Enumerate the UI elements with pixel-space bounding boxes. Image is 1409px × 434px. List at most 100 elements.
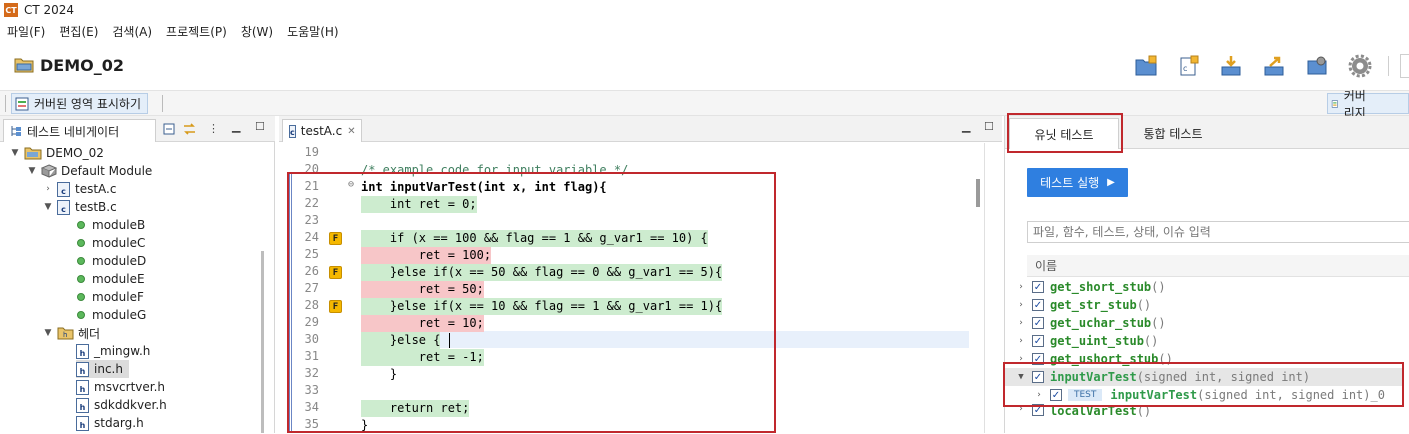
coverage-area-icon (15, 97, 29, 110)
chevron-down-icon[interactable]: ▼ (27, 166, 37, 176)
title-bar: CT CT 2024 (0, 0, 1409, 20)
app-logo: CT (4, 3, 18, 17)
menu-file[interactable]: 파일(F) (0, 23, 52, 40)
view-menu-icon[interactable]: ⋮ (208, 122, 219, 135)
test-function-name: get_uint_stub (1050, 334, 1144, 348)
h-file-icon: h (76, 379, 89, 395)
test-item-get-str-stub[interactable]: › ✓ get_str_stub() (1016, 296, 1151, 314)
settings-gear-icon[interactable] (1348, 54, 1372, 78)
chevron-down-icon[interactable]: ▼ (43, 202, 53, 212)
tree-item-label: moduleG (92, 308, 147, 322)
tree-item-msvcrtver-h[interactable]: h msvcrtver.h (76, 378, 165, 396)
navigator-scrollbar[interactable] (261, 251, 264, 433)
collapse-all-icon[interactable] (163, 123, 176, 136)
editor-scrollbar-thumb[interactable] (976, 179, 980, 207)
tree-item-mingw-h[interactable]: h _mingw.h (76, 342, 150, 360)
tree-item-label: moduleD (92, 254, 147, 268)
perspective-switch[interactable] (1400, 54, 1409, 78)
chevron-down-icon[interactable]: ▼ (10, 148, 20, 158)
tree-item-label: Default Module (61, 164, 153, 178)
chevron-right-icon[interactable]: › (1016, 318, 1026, 328)
maximize-icon[interactable]: ☐ (984, 120, 994, 133)
menu-help[interactable]: 도움말(H) (280, 23, 346, 40)
chevron-right-icon[interactable]: › (1016, 336, 1026, 346)
test-filter-input[interactable] (1027, 221, 1409, 243)
tree-item-label: msvcrtver.h (94, 380, 166, 394)
close-icon[interactable]: ✕ (347, 126, 355, 137)
navigator-title: 테스트 네비게이터 (27, 124, 120, 139)
camera-icon[interactable] (1305, 54, 1329, 78)
coverage-toggle[interactable]: 커버리지 (1327, 89, 1409, 120)
tree-item-default-module[interactable]: ▼ Default Module (27, 162, 153, 180)
checkbox-checked-icon[interactable]: ✓ (1032, 317, 1044, 329)
tab-testa-c[interactable]: c testA.c ✕ (282, 119, 362, 142)
minimize-icon[interactable]: ▁ (232, 120, 240, 133)
maximize-icon[interactable]: ☐ (255, 120, 265, 133)
function-dot-icon (77, 239, 85, 247)
tree-item-modulee[interactable]: moduleE (74, 270, 145, 288)
c-file-icon: c (289, 124, 296, 138)
tree-item-sdkddkver-h[interactable]: h sdkddkver.h (76, 396, 167, 414)
code-editor[interactable]: 19 20 21 22 23 24 25 26 27 28 29 30 31 3… (279, 143, 1002, 433)
chevron-down-icon[interactable]: ▼ (43, 328, 53, 338)
test-item-localvartest[interactable]: › ✓ localVarTest() (1016, 404, 1151, 433)
tab-integration-test[interactable]: 통합 테스트 (1125, 119, 1221, 147)
run-test-button[interactable]: 테스트 실행 ▶ (1027, 168, 1128, 197)
tree-view-icon (11, 126, 21, 136)
test-function-args: () (1151, 280, 1166, 294)
function-dot-icon (77, 311, 85, 319)
project-folder-icon (14, 58, 34, 73)
tree-item-demo-02[interactable]: ▼ DEMO_02 (10, 144, 104, 162)
column-header-label: 이름 (1035, 259, 1058, 273)
tree-item-stdarg-h[interactable]: h stdarg.h (76, 414, 144, 432)
tree-item-testb-c[interactable]: ▼ c testB.c (43, 198, 117, 216)
import-icon[interactable] (1219, 54, 1243, 78)
tree-item-moduleg[interactable]: moduleG (74, 306, 146, 324)
chevron-right-icon[interactable]: › (1016, 282, 1026, 292)
project-folder-icon (24, 147, 42, 160)
tree-item-modulef[interactable]: moduleF (74, 288, 144, 306)
show-covered-area-toggle[interactable]: 커버된 영역 표시하기 (11, 93, 148, 114)
h-file-icon: h (76, 343, 89, 359)
tree-item-label: testB.c (75, 200, 117, 214)
tree-item-inc-h[interactable]: h inc.h (76, 360, 129, 378)
menu-window[interactable]: 창(W) (234, 23, 280, 40)
export-icon[interactable] (1262, 54, 1286, 78)
tree-item-testa-c[interactable]: › c testA.c (43, 180, 116, 198)
test-item-get-uchar-stub[interactable]: › ✓ get_uchar_stub() (1016, 314, 1165, 332)
chevron-right-icon[interactable]: › (1016, 300, 1026, 310)
link-with-editor-icon[interactable] (182, 122, 197, 136)
test-function-name: get_uchar_stub (1050, 316, 1152, 330)
test-function-args: () (1136, 298, 1152, 312)
menu-edit[interactable]: 편집(E) (52, 23, 105, 40)
show-covered-area-label: 커버된 영역 표시하기 (34, 97, 141, 111)
new-project-icon[interactable] (1134, 54, 1158, 78)
tree-item-label: moduleF (92, 290, 144, 304)
tree-item-label: testA.c (75, 182, 117, 196)
line-number: 19 (304, 145, 319, 159)
h-file-icon: h (76, 361, 89, 377)
toolbar-separator (1388, 56, 1389, 76)
checkbox-checked-icon[interactable]: ✓ (1032, 335, 1044, 347)
function-dot-icon (77, 221, 85, 229)
checkbox-checked-icon[interactable]: ✓ (1032, 281, 1044, 293)
tree-item-moduled[interactable]: moduleD (74, 252, 146, 270)
tree-item-moduleb[interactable]: moduleB (74, 216, 145, 234)
navigator-header: 테스트 네비게이터 ⋮ ▁ ☐ (0, 116, 275, 142)
menu-search[interactable]: 검색(A) (105, 23, 159, 40)
tree-item-modulec[interactable]: moduleC (74, 234, 145, 252)
tree-item-headers[interactable]: ▼ h 헤더 (43, 324, 101, 342)
test-item-get-uint-stub[interactable]: › ✓ get_uint_stub() (1016, 332, 1158, 350)
menu-project[interactable]: 프로젝트(P) (159, 23, 234, 40)
minimize-icon[interactable]: ▁ (962, 120, 970, 133)
new-file-icon[interactable]: c (1177, 54, 1201, 78)
tree-item-label: _mingw.h (94, 344, 151, 358)
test-item-get-short-stub[interactable]: › ✓ get_short_stub() (1016, 278, 1166, 296)
h-file-icon: h (76, 397, 89, 413)
column-header-name[interactable]: 이름 (1027, 255, 1409, 277)
highlight-annotation-box (1003, 362, 1404, 407)
checkbox-checked-icon[interactable]: ✓ (1032, 299, 1044, 311)
run-test-label: 테스트 실행 (1040, 176, 1100, 190)
tab-test-navigator[interactable]: 테스트 네비게이터 (3, 119, 156, 142)
chevron-right-icon[interactable]: › (43, 184, 53, 194)
